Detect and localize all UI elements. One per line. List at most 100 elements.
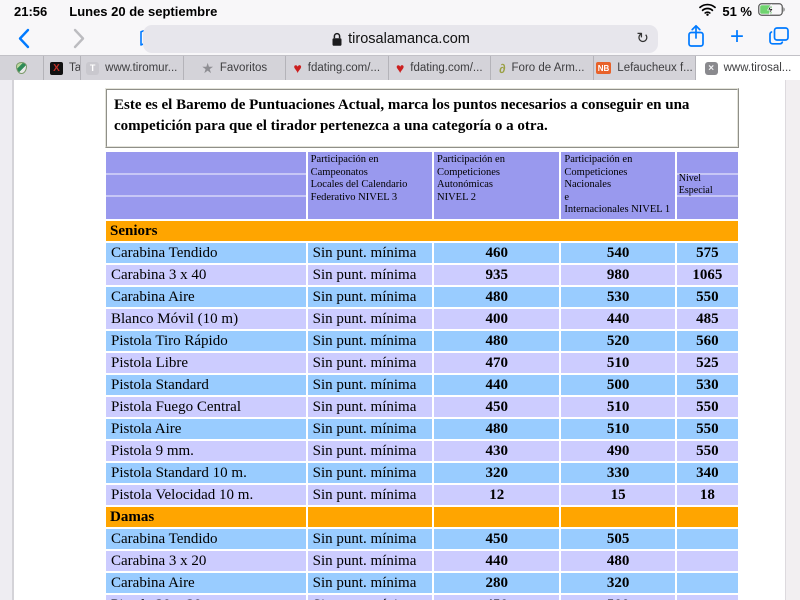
- discipline-cell: Carabina Aire: [106, 287, 306, 307]
- column-header: Nivel Especial: [677, 152, 738, 219]
- score-cell: 450: [434, 529, 559, 549]
- min-score-cell: Sin punt. mínima: [308, 375, 432, 395]
- score-cell: 485: [677, 309, 738, 329]
- black-x-favicon-icon: X: [50, 62, 63, 75]
- star-favicon-icon: ★: [201, 60, 214, 77]
- section-cell: [434, 507, 559, 527]
- discipline-cell: Pistola 9 mm.: [106, 441, 306, 461]
- address-bar[interactable]: tirosalamanca.com ↻: [143, 25, 658, 53]
- table-row: Pistola Velocidad 10 m.Sin punt. mínima1…: [106, 485, 738, 505]
- discipline-cell: Carabina 3 x 40: [106, 265, 306, 285]
- section-cell: [561, 507, 674, 527]
- min-score-cell: Sin punt. mínima: [308, 397, 432, 417]
- url-text: tirosalamanca.com: [348, 31, 470, 47]
- min-score-cell: Sin punt. mínima: [308, 419, 432, 439]
- browser-tab[interactable]: X Tab: [44, 56, 81, 80]
- score-cell: 15: [561, 485, 674, 505]
- min-score-cell: Sin punt. mínima: [308, 463, 432, 483]
- score-cell: 340: [677, 463, 738, 483]
- score-cell: 540: [561, 243, 674, 263]
- discipline-cell: Carabina Tendido: [106, 529, 306, 549]
- tabs-overview-icon[interactable]: [768, 26, 790, 51]
- table-row: Carabina TendidoSin punt. mínima450505: [106, 529, 738, 549]
- section-row: Damas: [106, 507, 738, 527]
- score-cell: 530: [561, 287, 674, 307]
- score-cell: 550: [677, 419, 738, 439]
- battery-icon: [758, 3, 786, 19]
- score-cell: 440: [434, 375, 559, 395]
- score-cell: 935: [434, 265, 559, 285]
- tab-title: www.tiromur...: [105, 62, 177, 74]
- table-row: Pistola Tiro RápidoSin punt. mínima48052…: [106, 331, 738, 351]
- section-row: Seniors: [106, 221, 738, 241]
- score-cell: 550: [677, 287, 738, 307]
- column-header: Participación en Competiciones Autonómic…: [434, 152, 559, 219]
- share-icon[interactable]: [686, 24, 706, 54]
- forward-button[interactable]: [64, 25, 94, 53]
- new-tab-button[interactable]: +: [730, 25, 744, 49]
- score-cell: 480: [561, 551, 674, 571]
- browser-tab[interactable]: ♥ fdating.com/...: [389, 56, 492, 80]
- tab-title: Tab: [69, 62, 81, 74]
- heart-favicon-icon: ♥: [396, 60, 404, 76]
- heart-favicon-icon: ♥: [293, 60, 301, 76]
- score-cell: 450: [434, 595, 559, 600]
- min-score-cell: Sin punt. mínima: [308, 243, 432, 263]
- section-cell: [677, 507, 738, 527]
- score-cell: 520: [561, 331, 674, 351]
- score-cell: 400: [434, 309, 559, 329]
- score-cell: 480: [434, 287, 559, 307]
- score-cell: 575: [677, 243, 738, 263]
- section-title: Seniors: [106, 221, 738, 241]
- clock: 21:56: [14, 4, 47, 19]
- score-cell: 12: [434, 485, 559, 505]
- score-cell: 510: [561, 353, 674, 373]
- tab-title: fdating.com/...: [410, 62, 482, 74]
- score-cell: [677, 573, 738, 593]
- browser-tab[interactable]: ★Favoritos: [184, 56, 287, 80]
- wifi-icon: [699, 3, 716, 19]
- browser-tab[interactable]: ×www.tirosal...: [696, 56, 800, 80]
- reload-icon[interactable]: ↻: [636, 29, 649, 47]
- min-score-cell: Sin punt. mínima: [308, 441, 432, 461]
- discipline-cell: Blanco Móvil (10 m): [106, 309, 306, 329]
- table-row: Carabina AireSin punt. mínima280320: [106, 573, 738, 593]
- min-score-cell: Sin punt. mínima: [308, 529, 432, 549]
- table-row: Carabina AireSin punt. mínima480530550: [106, 287, 738, 307]
- discipline-cell: Carabina Aire: [106, 573, 306, 593]
- table-row: Carabina 3 x 40Sin punt. mínima935980106…: [106, 265, 738, 285]
- score-cell: 505: [561, 529, 674, 549]
- browser-tab[interactable]: [0, 56, 44, 80]
- battery-percent: 51 %: [722, 4, 752, 19]
- score-table: Participación en Campeonatos Locales del…: [104, 150, 740, 600]
- section-cell: [308, 507, 432, 527]
- browser-tab[interactable]: ∂Foro de Arm...: [491, 56, 594, 80]
- score-cell: 330: [561, 463, 674, 483]
- date: Lunes 20 de septiembre: [69, 4, 217, 19]
- score-cell: 525: [677, 353, 738, 373]
- tab-title: fdating.com/...: [308, 62, 380, 74]
- safari-toolbar: tirosalamanca.com ↻ +: [0, 22, 800, 55]
- column-header: Participación en Campeonatos Locales del…: [308, 152, 432, 219]
- browser-tab[interactable]: Twww.tiromur...: [81, 56, 184, 80]
- score-cell: 510: [561, 397, 674, 417]
- browser-tab[interactable]: ♥ fdating.com/...: [286, 56, 389, 80]
- min-score-cell: Sin punt. mínima: [308, 485, 432, 505]
- back-button[interactable]: [8, 25, 38, 53]
- discipline-cell: Carabina 3 x 20: [106, 551, 306, 571]
- table-row: Pistola StandardSin punt. mínima44050053…: [106, 375, 738, 395]
- min-score-cell: Sin punt. mínima: [308, 573, 432, 593]
- score-cell: [677, 595, 738, 600]
- browser-tab[interactable]: NBLefaucheux f...: [594, 56, 697, 80]
- close-tab-icon[interactable]: ×: [705, 62, 718, 75]
- lock-icon: [331, 32, 343, 47]
- letter-t-favicon-icon: T: [86, 62, 99, 75]
- page-right-margin: [785, 80, 800, 600]
- score-cell: 480: [434, 419, 559, 439]
- crest-favicon-icon: [16, 62, 27, 74]
- score-cell: 480: [434, 331, 559, 351]
- table-row: Blanco Móvil (10 m)Sin punt. mínima40044…: [106, 309, 738, 329]
- tab-title: Lefaucheux f...: [617, 62, 692, 74]
- table-row: Pistola LibreSin punt. mínima470510525: [106, 353, 738, 373]
- browser-chrome: 21:56 Lunes 20 de septiembre 51 %: [0, 0, 800, 55]
